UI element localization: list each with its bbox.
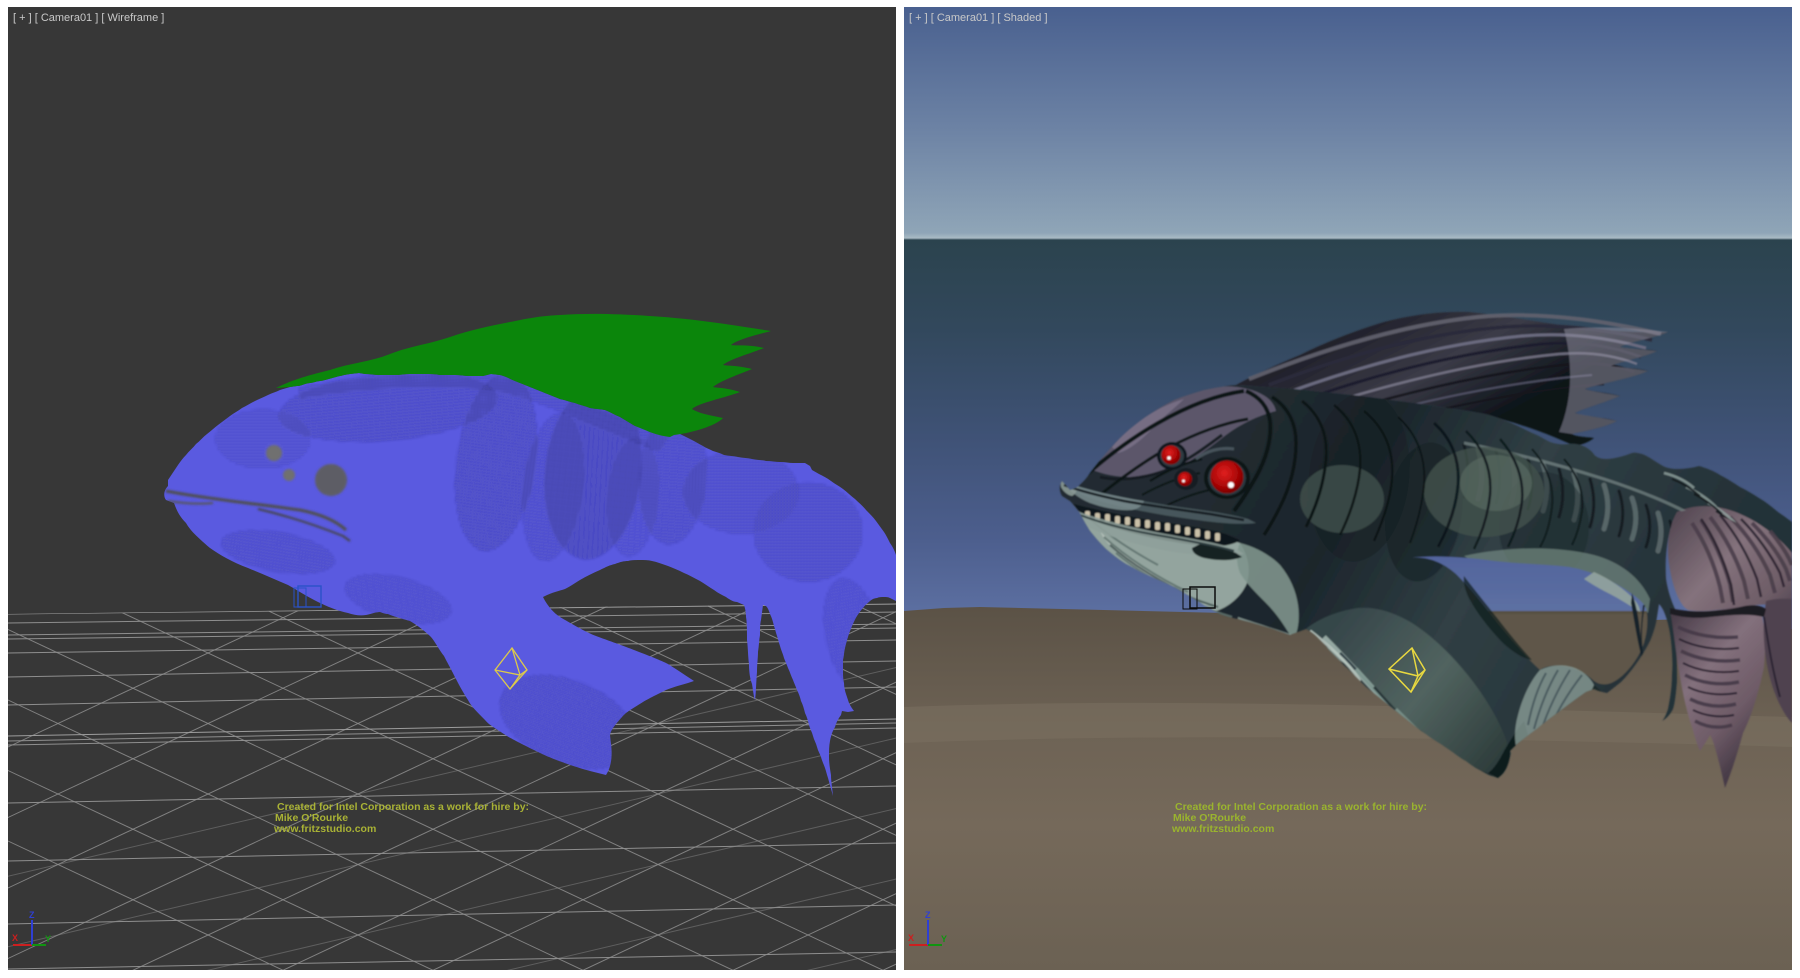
svg-text:Z: Z bbox=[925, 910, 931, 920]
svg-text:X: X bbox=[908, 933, 914, 943]
svg-text:X: X bbox=[12, 933, 18, 943]
svg-text:www.fritzstudio.com: www.fritzstudio.com bbox=[1171, 823, 1274, 835]
svg-text:www.fritzstudio.com: www.fritzstudio.com bbox=[273, 823, 376, 835]
svg-text:Z: Z bbox=[29, 910, 35, 920]
svg-text:Y: Y bbox=[45, 934, 51, 944]
svg-text:Y: Y bbox=[941, 934, 947, 944]
